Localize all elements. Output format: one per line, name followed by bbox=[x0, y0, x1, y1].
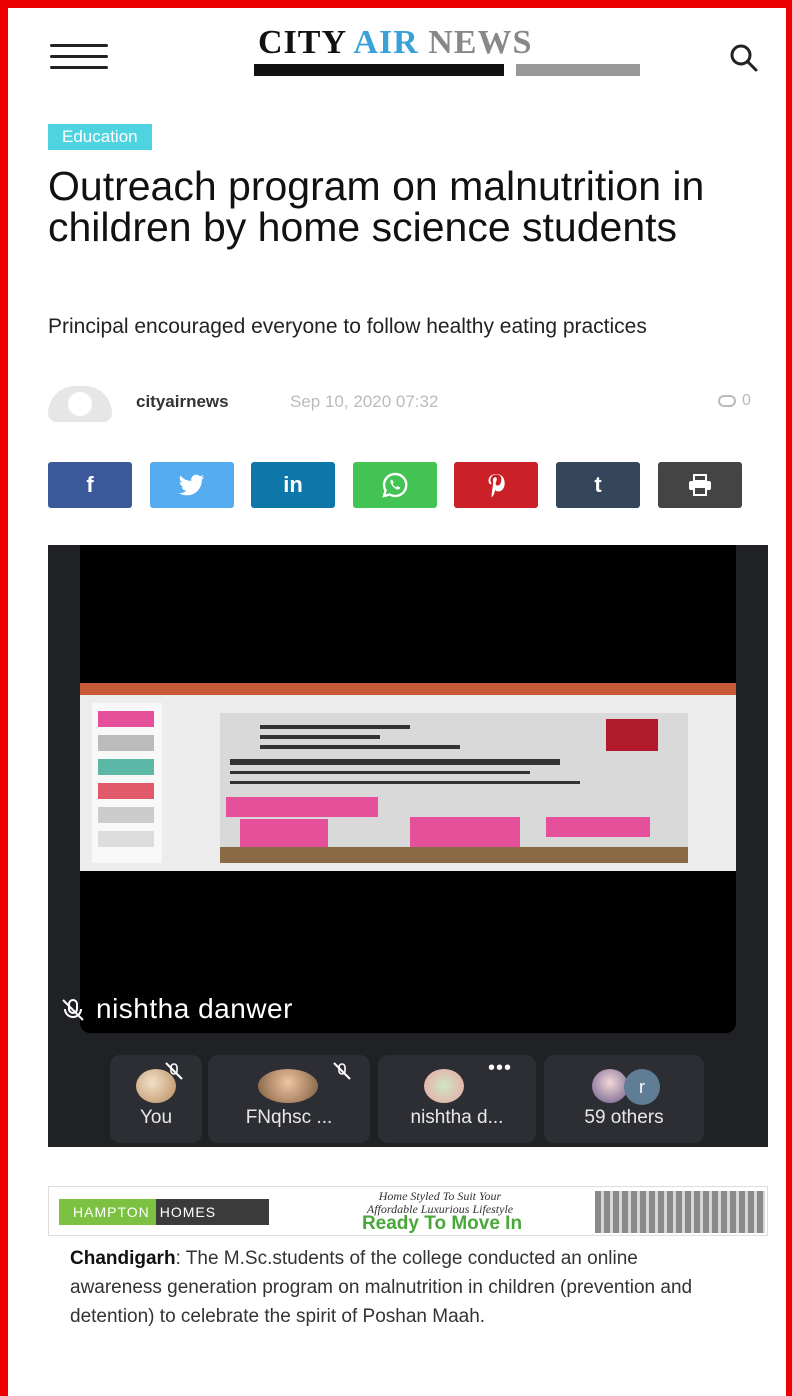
linkedin-icon: in bbox=[283, 472, 303, 497]
logo-tagline-bar-secondary bbox=[516, 64, 640, 76]
site-logo[interactable]: CITY AIR NEWS bbox=[246, 18, 646, 76]
linkedin-share-button[interactable]: in bbox=[251, 462, 335, 508]
ad-brand-logo: HAMPTON HOMES bbox=[59, 1199, 269, 1225]
twitter-share-button[interactable] bbox=[150, 462, 234, 508]
participant-avatar bbox=[592, 1069, 628, 1103]
slide-canvas bbox=[220, 713, 688, 863]
logo-tagline-bar bbox=[254, 64, 504, 76]
tumblr-icon: t bbox=[594, 472, 602, 497]
article-title: Outreach program on malnutrition in chil… bbox=[48, 163, 705, 250]
print-icon bbox=[689, 474, 711, 496]
participant-tile[interactable]: FNqhsc ... bbox=[208, 1055, 370, 1143]
author-name[interactable]: cityairnews bbox=[136, 392, 229, 412]
ad-building-image bbox=[595, 1191, 765, 1233]
slide-thumbnails bbox=[92, 703, 162, 863]
whatsapp-icon bbox=[382, 472, 408, 498]
participant-tile[interactable]: ••• nishtha d... bbox=[378, 1055, 536, 1143]
participant-avatar bbox=[258, 1069, 318, 1103]
participant-tile-others[interactable]: r 59 others bbox=[544, 1055, 704, 1143]
comment-icon bbox=[718, 394, 736, 407]
twitter-icon bbox=[179, 474, 204, 496]
search-icon[interactable] bbox=[726, 40, 762, 76]
more-options-icon[interactable]: ••• bbox=[488, 1057, 512, 1080]
college-logo bbox=[606, 719, 658, 751]
comment-count[interactable]: 0 bbox=[718, 392, 751, 410]
print-button[interactable] bbox=[658, 462, 742, 508]
tumblr-share-button[interactable]: t bbox=[556, 462, 640, 508]
article-subtitle: Principal encouraged everyone to follow … bbox=[48, 315, 647, 338]
facebook-icon: f bbox=[86, 472, 94, 497]
pinterest-icon bbox=[488, 474, 505, 498]
category-tag[interactable]: Education bbox=[48, 124, 152, 150]
participant-name: 59 others bbox=[584, 1107, 664, 1128]
participant-name: FNqhsc ... bbox=[245, 1107, 333, 1128]
site-header: CITY AIR NEWS bbox=[8, 8, 786, 88]
participant-tile-you[interactable]: You bbox=[110, 1055, 202, 1143]
participant-name: You bbox=[139, 1107, 173, 1128]
author-avatar[interactable] bbox=[48, 386, 112, 422]
speaker-name: nishtha danwer bbox=[96, 993, 293, 1024]
menu-icon[interactable] bbox=[50, 44, 108, 70]
mic-off-icon bbox=[62, 999, 84, 1021]
article-image-video-call[interactable]: nishtha danwer You FNqhsc ... ••• nishth… bbox=[48, 545, 768, 1147]
logo-word-news: NEWS bbox=[428, 24, 533, 61]
whatsapp-share-button[interactable] bbox=[353, 462, 437, 508]
article-body: Chandigarh: The M.Sc.students of the col… bbox=[70, 1244, 730, 1331]
logo-word-air: AIR bbox=[353, 24, 419, 61]
advertisement-banner[interactable]: HAMPTON HOMES Home Styled To Suit Your Aff… bbox=[48, 1186, 768, 1236]
facebook-share-button[interactable]: f bbox=[48, 462, 132, 508]
shared-presentation bbox=[80, 683, 736, 871]
participant-avatar bbox=[424, 1069, 464, 1103]
comment-count-value: 0 bbox=[742, 392, 751, 409]
participant-name: nishtha d... bbox=[410, 1107, 504, 1128]
mic-off-icon bbox=[333, 1062, 351, 1080]
post-date: Sep 10, 2020 07:32 bbox=[290, 392, 439, 411]
mic-off-icon bbox=[165, 1062, 183, 1080]
participant-initial-avatar: r bbox=[624, 1069, 660, 1105]
pinterest-share-button[interactable] bbox=[454, 462, 538, 508]
ad-headline: Ready To Move In bbox=[361, 1213, 523, 1234]
dateline: Chandigarh bbox=[70, 1248, 176, 1269]
logo-word-city: CITY bbox=[258, 24, 346, 61]
